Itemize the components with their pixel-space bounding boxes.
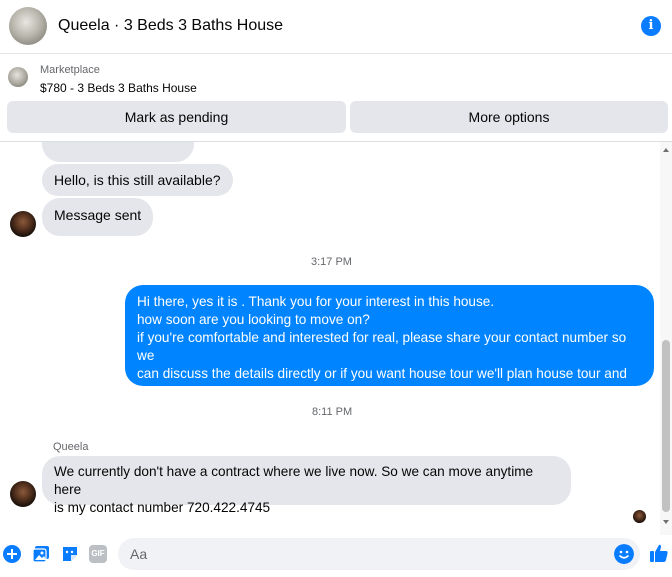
listing-title[interactable]: $780 - 3 Beds 3 Baths House [40,81,197,95]
timestamp: 8:11 PM [312,406,353,418]
listing-thumbnail[interactable] [8,67,28,87]
thumbs-up-icon[interactable] [649,543,669,563]
photo-icon[interactable] [32,545,50,563]
message-text: Hello, is this still available? [54,172,221,188]
scrollbar-thumb[interactable] [662,340,670,512]
message-bubble-outgoing: Hi there, yes it is . Thank you for your… [125,285,654,399]
message-input[interactable] [118,538,640,570]
message-text: Message sent [54,207,142,223]
avatar[interactable] [10,481,36,507]
read-receipt-avatar [633,510,646,523]
avatar[interactable] [10,211,36,237]
message-bubble-partial [42,142,194,162]
emoji-icon[interactable] [614,544,634,564]
message-line: can discuss the details directly or if y… [137,366,627,381]
plus-circle-icon[interactable] [3,545,21,563]
sticker-icon[interactable] [61,545,79,563]
avatar[interactable] [9,7,47,45]
gif-label: GIF [91,549,105,558]
conversation-title[interactable]: Queela · 3 Beds 3 Baths House [58,17,283,35]
scroll-down-arrow[interactable] [663,520,669,524]
gif-icon[interactable]: GIF [89,545,107,563]
info-icon[interactable]: i [641,16,661,36]
message-list[interactable]: Hello, is this still available? Message … [0,142,660,535]
timestamp: 3:17 PM [311,256,352,268]
sender-name: Queela [53,441,89,453]
message-line: is my contact number 720.422.4745 [54,500,271,515]
message-line: if you're comfortable and interested for… [137,330,627,363]
message-line: how soon are you looking to move on? [137,312,370,327]
mark-as-pending-button[interactable]: Mark as pending [7,101,346,133]
message-line: We currently don't have a contract where… [54,464,534,497]
message-bubble: Message sent [42,198,154,236]
more-options-button[interactable]: More options [350,101,668,133]
message-line: answer any questions you might have , if… [137,384,490,399]
conversation-header: Queela · 3 Beds 3 Baths House i [0,0,672,54]
message-line: Hi there, yes it is . Thank you for your… [137,294,495,309]
scroll-up-arrow[interactable] [663,148,669,152]
message-bubble: Hello, is this still available? [42,164,233,196]
message-bubble: We currently don't have a contract where… [42,456,571,515]
marketplace-label: Marketplace [40,64,100,76]
